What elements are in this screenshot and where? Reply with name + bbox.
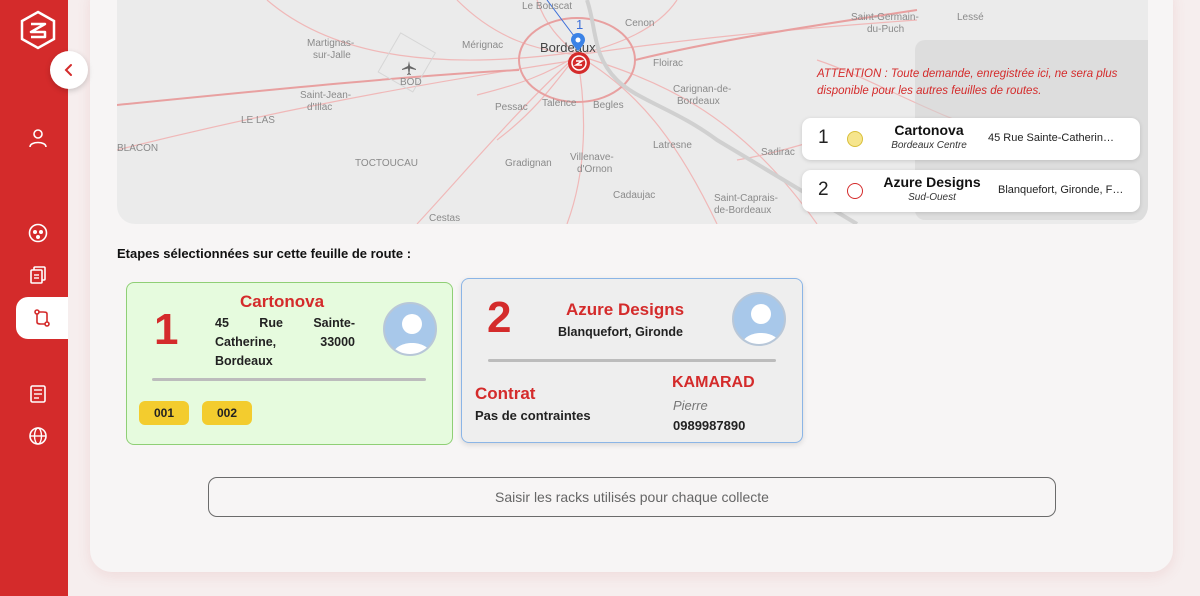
depot-marker-icon[interactable] <box>567 51 591 75</box>
contact-name: Pierre <box>673 398 708 413</box>
map-label: Villenave- <box>570 152 614 163</box>
divider <box>152 378 426 381</box>
avatar <box>732 292 786 346</box>
map-label-airport: BOD <box>400 77 422 88</box>
map-label: d'Ornon <box>577 164 613 175</box>
brand-logo-icon[interactable] <box>18 10 58 50</box>
map-label: Cestas <box>429 213 461 224</box>
map-label: de-Bordeaux <box>714 205 772 216</box>
map-label: d'Illac <box>307 102 333 113</box>
steps-title: Etapes sélectionnées sur cette feuille d… <box>117 246 412 261</box>
map-label: Carignan-de- <box>673 84 732 95</box>
documents-icon[interactable] <box>20 257 56 293</box>
map-label: Saint-Jean- <box>300 90 352 101</box>
map-label: LE LAS <box>241 115 275 126</box>
map-label: Pessac <box>495 102 528 113</box>
enter-racks-button[interactable]: Saisir les racks utilisés pour chaque co… <box>208 477 1056 517</box>
sidebar <box>0 0 68 596</box>
route-stop-name: Azure Designs <box>883 174 981 190</box>
rack-tag[interactable]: 001 <box>139 401 189 425</box>
map-label: Floirac <box>653 58 684 69</box>
user-icon[interactable] <box>20 120 56 156</box>
route-stop-subtitle: Sud-Ouest <box>908 192 956 203</box>
address-line: Bordeaux <box>215 354 273 368</box>
step-name: Azure Designs <box>566 300 685 319</box>
globe-icon[interactable] <box>20 418 56 454</box>
route-icon[interactable] <box>16 297 68 339</box>
avatar <box>383 302 437 356</box>
step-number: 2 <box>487 293 512 342</box>
map-label: du-Puch <box>867 24 905 35</box>
contact-company: KAMARAD <box>672 374 755 391</box>
map-label: Cenon <box>625 18 655 29</box>
map-label: Lessé <box>957 12 984 23</box>
divider <box>488 359 776 362</box>
map-label: sur-Jalle <box>313 50 351 61</box>
status-dot-icon <box>847 131 863 147</box>
step-name: Cartonova <box>240 292 325 311</box>
map-label: Saint-Caprais- <box>714 193 778 204</box>
map-label: Le Bouscat <box>522 1 573 12</box>
chevron-left-icon <box>64 64 72 76</box>
marker-number: 1 <box>576 17 584 32</box>
route-stop-number: 2 <box>818 179 829 200</box>
map-label: Bordeaux <box>677 96 720 107</box>
map-pin-icon[interactable] <box>571 33 585 51</box>
route-stop-address: 45 Rue Sainte-Catherin… <box>988 132 1114 144</box>
map-label: TOCTOUCAU <box>355 158 418 169</box>
group-icon[interactable] <box>20 215 56 251</box>
address-line: 45 Rue Sainte- <box>215 316 355 330</box>
map-label: Sadirac <box>761 147 795 158</box>
status-dot-icon <box>847 183 863 199</box>
warning-text: ATTENTION : Toute demande, enregistrée i… <box>817 68 1118 97</box>
rack-tag[interactable]: 002 <box>202 401 252 425</box>
contact-phone: 0989987890 <box>673 418 746 433</box>
address-line: Catherine, 33000 <box>215 335 355 349</box>
route-stop-address: Blanquefort, Gironde, F… <box>998 184 1124 196</box>
contract-label: Contrat <box>475 384 536 403</box>
route-stop-subtitle: Bordeaux Centre <box>891 140 967 151</box>
map-label: Martignas- <box>307 38 355 49</box>
step-address: 45 Rue Sainte- Catherine, 33000 Bordeaux <box>215 314 355 371</box>
step-number: 1 <box>154 305 179 354</box>
step-address: Blanquefort, Gironde <box>558 325 683 339</box>
contract-value: Pas de contraintes <box>475 408 591 423</box>
route-stop-name: Cartonova <box>894 122 964 138</box>
map-label: BLACON <box>117 143 159 154</box>
map-label: Mérignac <box>462 40 504 51</box>
map-label: Cadaujac <box>613 190 656 201</box>
map-label: Saint-Germain- <box>851 12 919 23</box>
route-stop-card[interactable]: 1 Cartonova Bordeaux Centre 45 Rue Saint… <box>802 118 1140 160</box>
report-icon[interactable] <box>20 376 56 412</box>
map-label: Gradignan <box>505 158 552 169</box>
route-stop-number: 1 <box>818 127 829 148</box>
collapse-sidebar-button[interactable] <box>50 51 88 89</box>
map-label: Talence <box>542 98 577 109</box>
map-label: Latresne <box>653 140 692 151</box>
route-stop-card[interactable]: 2 Azure Designs Sud-Ouest Blanquefort, G… <box>802 170 1140 212</box>
airport-icon <box>402 61 416 75</box>
map-label: Begles <box>593 100 624 111</box>
